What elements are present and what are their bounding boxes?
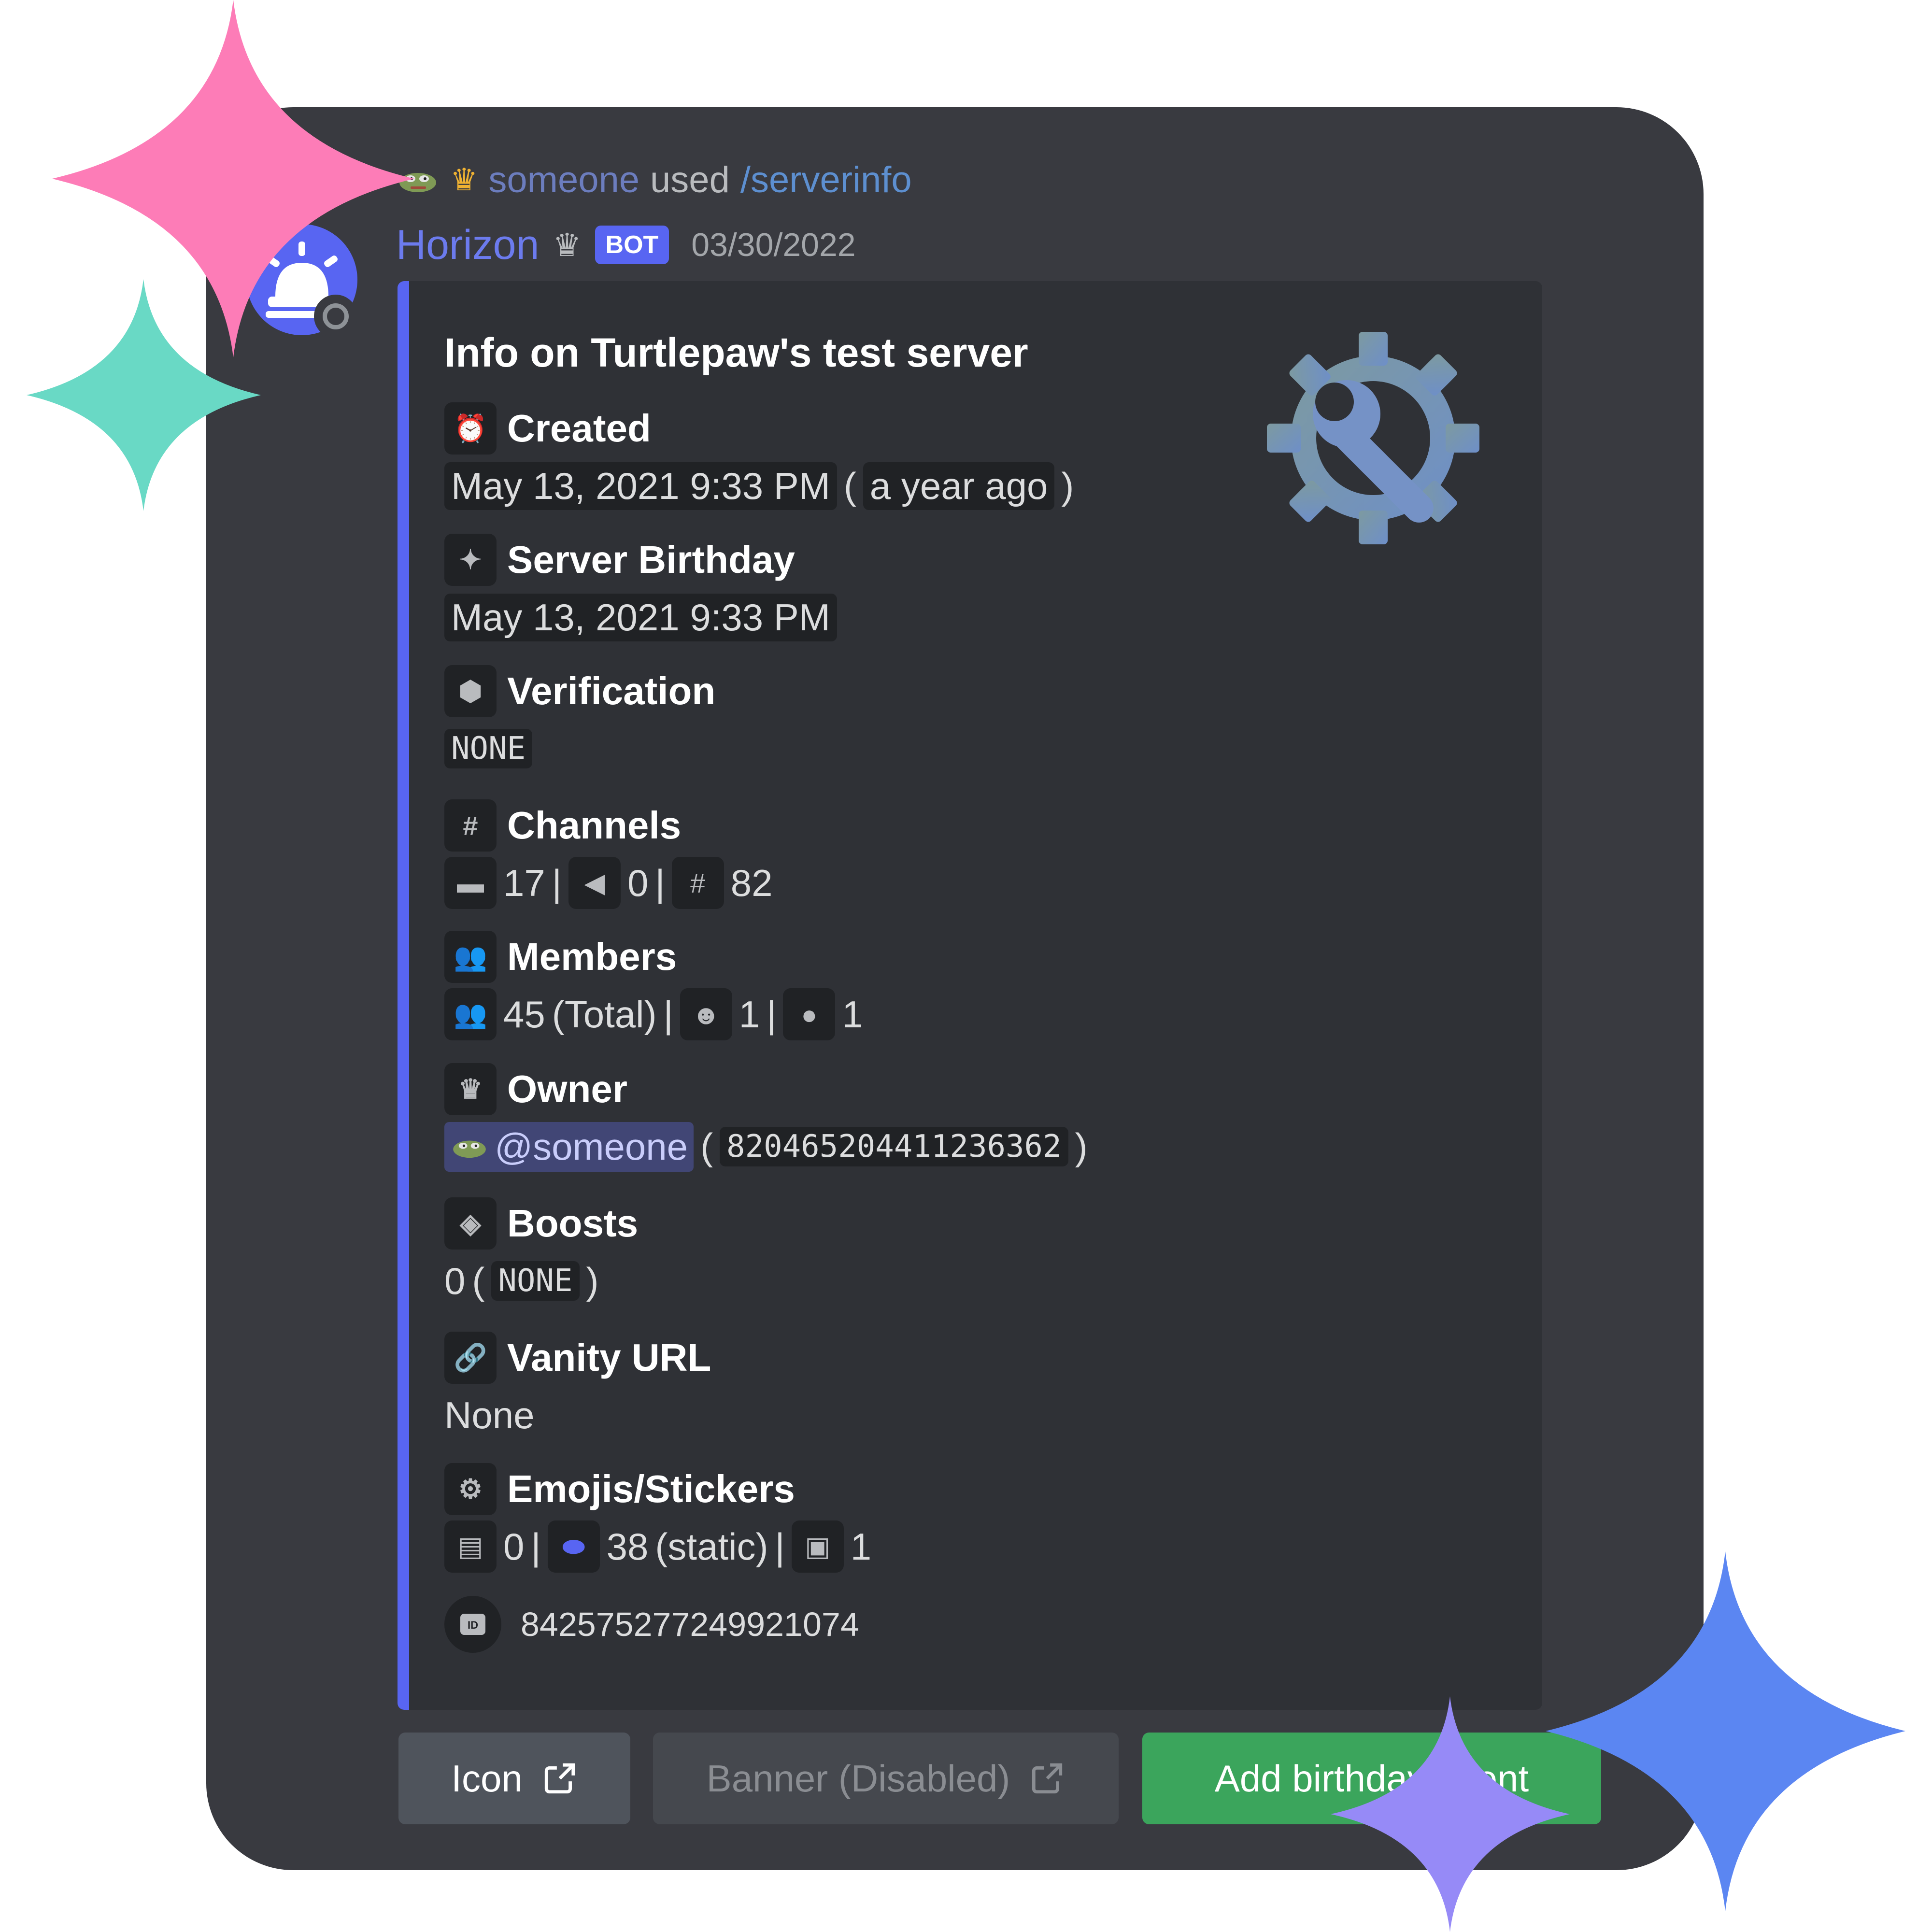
message-timestamp: 03/30/2022 (691, 227, 856, 263)
crown-icon: ♛ (450, 162, 478, 197)
members-icon: 👥 (444, 931, 497, 983)
owner-mention-text: @someone (495, 1125, 688, 1168)
server-info-embed: Info on Turtlepaw's test server ⏰ Create… (398, 281, 1542, 1710)
field-boosts-label: Boosts (507, 1202, 639, 1245)
sticker-count: 0 (503, 1525, 525, 1568)
boost-tier: NONE (491, 1261, 580, 1301)
field-members: 👥 Members 👥 45 (Total) | ☻ 1 | ● 1 (444, 930, 863, 1043)
field-emojis-label: Emojis/Stickers (507, 1467, 795, 1510)
created-date[interactable]: May 13, 2021 9:33 PM (444, 462, 837, 510)
field-verification: ⬢ Verification NONE (444, 665, 715, 778)
field-owner: ♛ Owner @someone (820465204411236362) (444, 1063, 1088, 1176)
owner-id: 820465204411236362 (720, 1127, 1068, 1166)
blue-sparkle-icon (1546, 1551, 1905, 1911)
bot-badge: BOT (595, 226, 669, 264)
members-total-label: (Total) (552, 993, 657, 1036)
birthday-date[interactable]: May 13, 2021 9:33 PM (444, 593, 837, 641)
boost-gem-icon: ◈ (444, 1197, 497, 1250)
hashtag-icon: # (444, 799, 497, 852)
animated-emoji-count: 1 (850, 1525, 872, 1568)
author-name[interactable]: Horizon (396, 221, 539, 269)
banner-button-label: Banner (Disabled) (706, 1757, 1010, 1800)
id-icon: ID (444, 1596, 501, 1653)
teal-sparkle-icon (27, 279, 261, 511)
text-channel-count: 82 (730, 861, 773, 904)
static-emoji-label: (static) (655, 1525, 768, 1568)
field-vanity-url: 🔗 Vanity URL None (444, 1331, 711, 1444)
reply-username[interactable]: someone (488, 159, 639, 201)
shield-icon: ⬢ (444, 665, 497, 717)
emoji-icon: ⬬ (547, 1520, 600, 1573)
crown-icon: ♛ (444, 1063, 497, 1115)
text-channel-icon: # (671, 857, 724, 909)
bot-count: 1 (739, 993, 760, 1036)
icon-button[interactable]: Icon (398, 1733, 630, 1824)
purple-sparkle-icon (1331, 1696, 1570, 1932)
field-created: ⏰ Created May 13, 2021 9:33 PM (a year a… (444, 402, 1074, 515)
svg-text:ID: ID (468, 1619, 478, 1631)
embed-title: Info on Turtlepaw's test server (444, 330, 1028, 375)
embed-footer: ID 842575277249921074 (444, 1596, 859, 1653)
folder-icon: ▬ (444, 857, 497, 909)
members-total-icon: 👥 (444, 988, 497, 1040)
field-members-label: Members (507, 935, 677, 978)
static-emoji-count: 38 (606, 1525, 649, 1568)
banner-button: Banner (Disabled) (653, 1733, 1119, 1824)
sticker-icon: ▤ (444, 1520, 497, 1573)
embed-accent-bar (398, 281, 409, 1710)
owner-mention[interactable]: @someone (444, 1122, 694, 1172)
speaker-icon: ◀ (568, 857, 621, 909)
created-relative[interactable]: a year ago (863, 462, 1055, 510)
pepe-emoji-icon (453, 1140, 486, 1158)
field-verification-label: Verification (507, 669, 716, 712)
gear-wrench-icon[interactable] (1262, 322, 1494, 554)
owner-crown-icon: ♛ (553, 227, 582, 263)
field-channels-label: Channels (507, 804, 682, 847)
field-vanity-label: Vanity URL (507, 1336, 711, 1379)
category-count: 17 (503, 861, 545, 904)
field-emojis-stickers: ⚙ Emojis/Stickers ▤ 0 | ⬬ 38 (static) | … (444, 1463, 871, 1576)
field-birthday-label: Server Birthday (507, 538, 795, 581)
author-line: Horizon ♛ BOT 03/30/2022 (396, 218, 856, 271)
external-link-icon (544, 1763, 575, 1794)
boost-count: 0 (444, 1259, 466, 1302)
reply-used-text: used (650, 159, 730, 200)
field-server-birthday: ✦ Server Birthday May 13, 2021 9:33 PM (444, 533, 837, 646)
voice-channel-count: 0 (627, 861, 649, 904)
icon-button-label: Icon (451, 1757, 523, 1800)
user-icon: ● (783, 988, 836, 1040)
alarm-clock-icon: ⏰ (444, 402, 497, 455)
party-popper-icon: ✦ (444, 534, 497, 586)
settings-icon: ⚙ (444, 1463, 497, 1515)
field-created-label: Created (507, 407, 651, 450)
external-link-icon (1032, 1763, 1063, 1794)
field-boosts: ◈ Boosts 0 (NONE) (444, 1197, 638, 1310)
field-owner-label: Owner (507, 1067, 627, 1110)
gif-icon: ▣ (791, 1520, 844, 1573)
bot-icon: ☻ (680, 988, 732, 1040)
link-icon: 🔗 (444, 1332, 497, 1384)
members-total: 45 (503, 993, 545, 1036)
vanity-value: None (444, 1393, 535, 1436)
command-reply-line: ♛ someone used /serverinfo (396, 156, 912, 204)
human-count: 1 (842, 993, 863, 1036)
slash-command[interactable]: /serverinfo (740, 159, 912, 201)
field-channels: # Channels ▬ 17 | ◀ 0 | # 82 (444, 799, 772, 912)
server-id[interactable]: 842575277249921074 (521, 1605, 859, 1644)
verification-level: NONE (444, 729, 533, 768)
